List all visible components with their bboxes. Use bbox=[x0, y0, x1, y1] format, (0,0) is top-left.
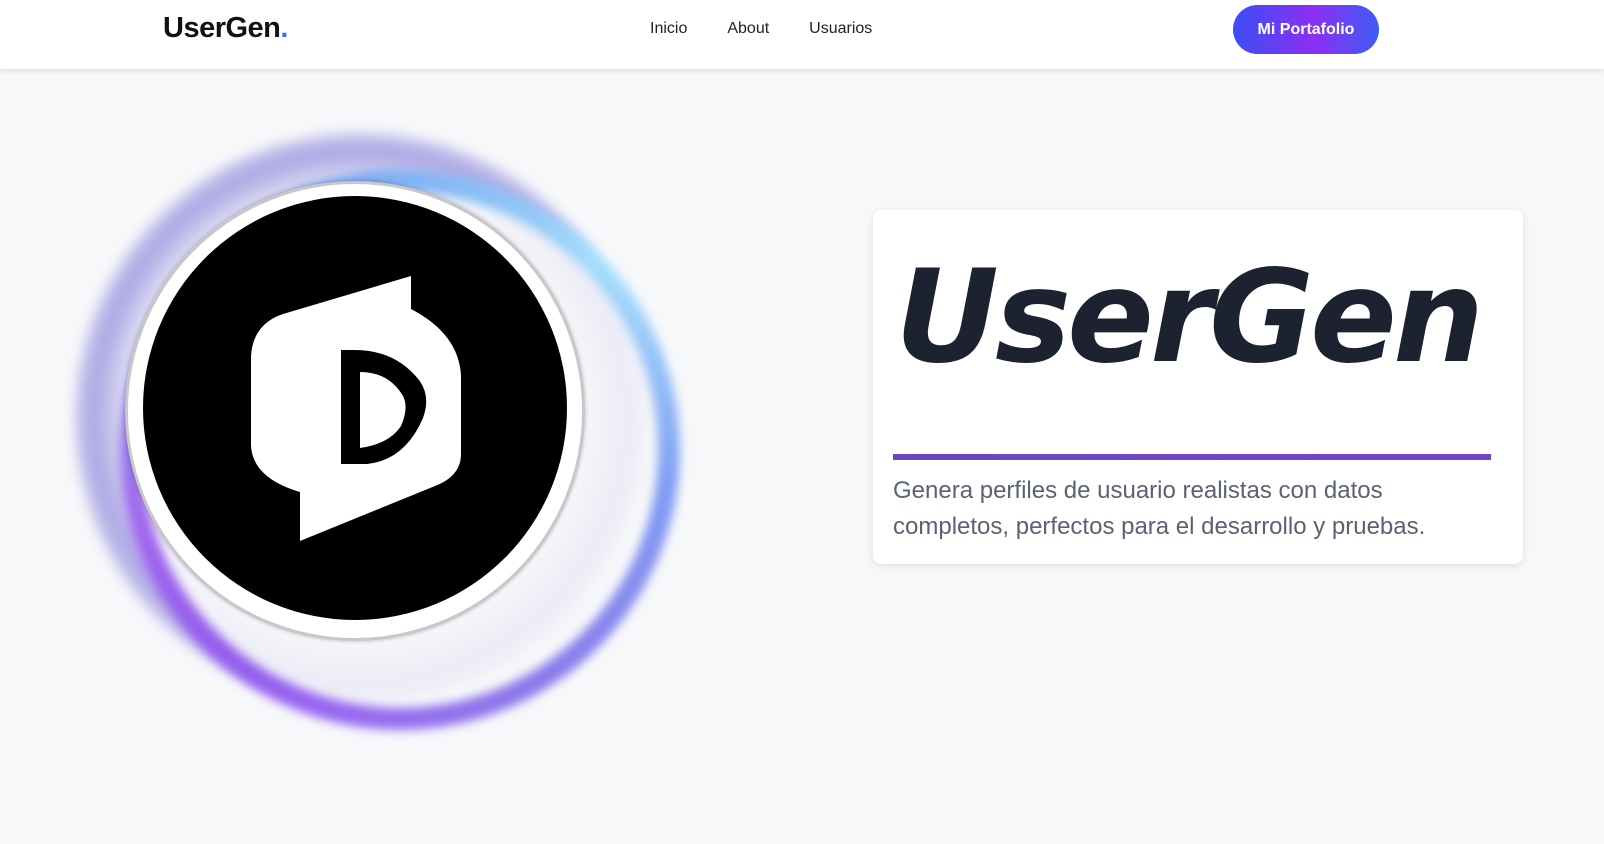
logo-disc bbox=[125, 181, 585, 641]
brand-logo-link[interactable]: UserGen. bbox=[163, 12, 288, 45]
hero-description: Genera perfiles de usuario realistas con… bbox=[893, 477, 1426, 540]
nav-link-inicio[interactable]: Inicio bbox=[650, 20, 687, 38]
logo-inner-circle bbox=[143, 196, 567, 620]
nav-links: Inicio About Usuarios bbox=[650, 20, 872, 38]
brand-name: UserGen bbox=[163, 12, 281, 44]
hero-info-card: UserGen Genera perfiles de usuario reali… bbox=[873, 210, 1523, 564]
usergen-d-logo-icon bbox=[251, 276, 461, 541]
nav-link-usuarios[interactable]: Usuarios bbox=[809, 20, 872, 38]
brand-dot: . bbox=[280, 12, 288, 44]
top-navbar: UserGen. Inicio About Usuarios Mi Portaf… bbox=[0, 0, 1604, 69]
hero-title: UserGen bbox=[895, 243, 1484, 392]
hero-logo bbox=[40, 95, 680, 735]
portfolio-button[interactable]: Mi Portafolio bbox=[1233, 5, 1379, 54]
nav-link-about[interactable]: About bbox=[727, 20, 769, 38]
title-divider bbox=[893, 454, 1491, 460]
